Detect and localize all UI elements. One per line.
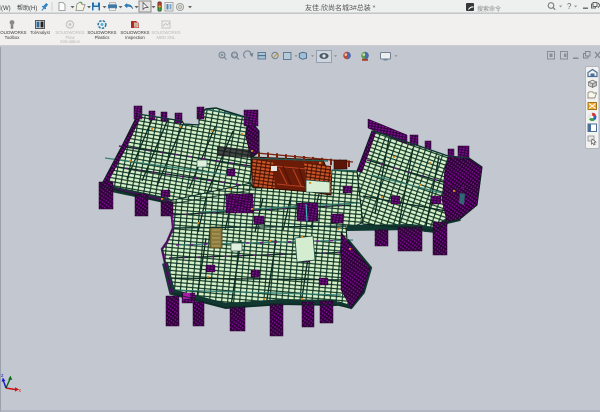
svg-text:x: x: [19, 388, 22, 394]
svg-text:z: z: [1, 373, 4, 379]
svg-text:?: ?: [567, 2, 572, 11]
